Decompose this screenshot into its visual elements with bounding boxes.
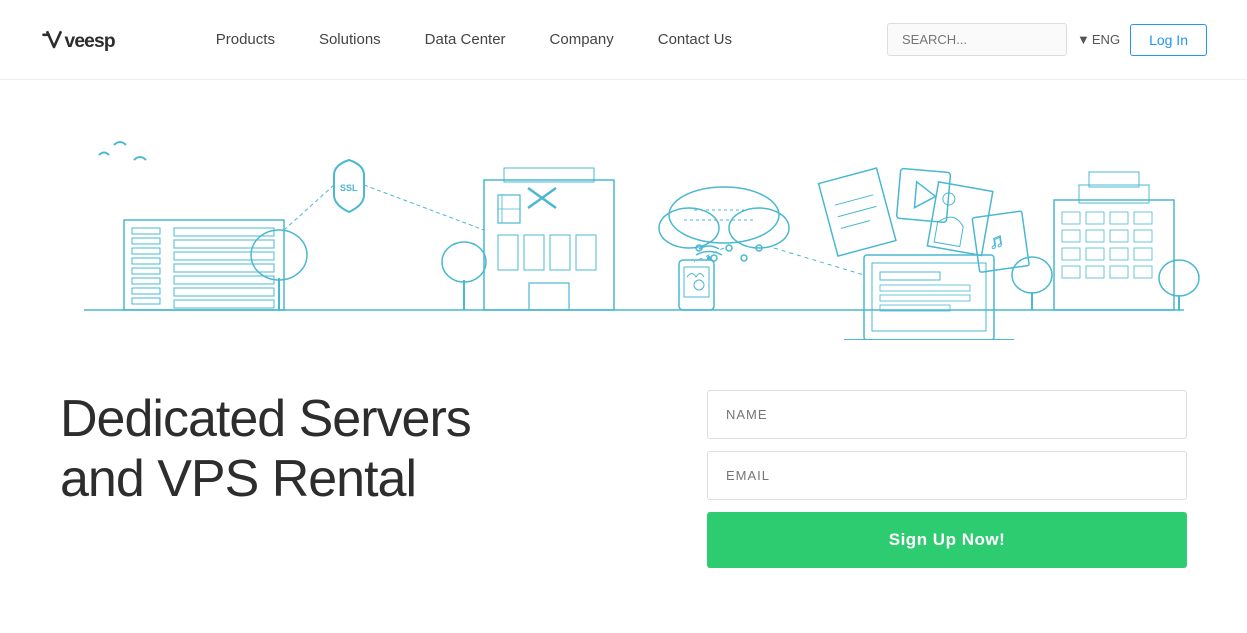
main-header: veesp Products Solutions Data Center Com… <box>0 0 1247 80</box>
search-input[interactable] <box>887 23 1067 56</box>
hero-illustration: SSL <box>0 80 1247 340</box>
nav-contact[interactable]: Contact Us <box>636 31 754 48</box>
signup-form: Sign Up Now! <box>707 390 1187 568</box>
svg-text:veesp: veesp <box>65 31 115 52</box>
svg-text:SSL: SSL <box>340 183 358 193</box>
hero-text: Dedicated Servers and VPS Rental <box>60 390 667 510</box>
logo-link[interactable]: veesp <box>40 26 154 54</box>
login-button[interactable]: Log In <box>1130 24 1207 56</box>
svg-text:♫: ♫ <box>987 230 1005 254</box>
lang-label: ENG <box>1092 32 1120 47</box>
main-nav: Products Solutions Data Center Company C… <box>194 31 887 48</box>
nav-datacenter[interactable]: Data Center <box>403 31 528 48</box>
main-heading: Dedicated Servers and VPS Rental <box>60 390 667 510</box>
nav-company[interactable]: Company <box>528 31 636 48</box>
content-section: Dedicated Servers and VPS Rental Sign Up… <box>0 340 1247 598</box>
signup-button[interactable]: Sign Up Now! <box>707 512 1187 568</box>
nav-products[interactable]: Products <box>194 31 297 48</box>
nav-solutions[interactable]: Solutions <box>297 31 403 48</box>
city-illustration-svg: SSL <box>24 100 1224 340</box>
lang-chevron-icon: ▼ <box>1077 32 1090 47</box>
name-input[interactable] <box>707 390 1187 439</box>
language-selector[interactable]: ▼ ENG <box>1077 32 1120 47</box>
logo-icon: veesp <box>40 26 154 54</box>
email-input[interactable] <box>707 451 1187 500</box>
header-right: ▼ ENG Log In <box>887 23 1207 56</box>
